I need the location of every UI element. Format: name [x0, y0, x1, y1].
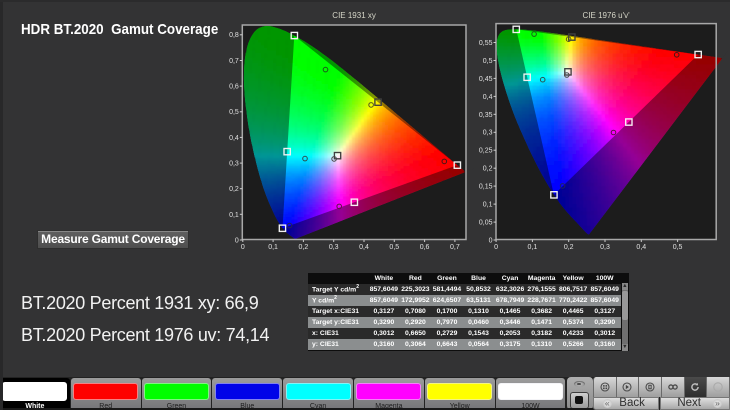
- svg-text:0,8: 0,8: [229, 32, 239, 39]
- svg-text:0: 0: [241, 244, 245, 251]
- svg-text:0,3: 0,3: [483, 130, 493, 137]
- svg-text:0: 0: [235, 237, 239, 244]
- svg-text:0,5: 0,5: [229, 109, 239, 116]
- svg-text:0,1: 0,1: [483, 202, 493, 209]
- svg-text:0,3: 0,3: [229, 161, 239, 168]
- svg-text:0,4: 0,4: [636, 244, 646, 251]
- svg-text:CIE 1931 xy: CIE 1931 xy: [332, 11, 376, 20]
- svg-text:0,6: 0,6: [420, 244, 430, 251]
- svg-text:0,2: 0,2: [229, 186, 239, 193]
- svg-text:0,15: 0,15: [479, 184, 493, 191]
- svg-text:0,5: 0,5: [389, 244, 399, 251]
- svg-text:0,55: 0,55: [479, 40, 493, 47]
- svg-text:0,5: 0,5: [483, 58, 493, 65]
- svg-text:0,25: 0,25: [479, 148, 493, 155]
- svg-text:0: 0: [489, 237, 493, 244]
- svg-text:0,1: 0,1: [268, 244, 278, 251]
- svg-text:0,35: 0,35: [479, 112, 493, 119]
- svg-text:0,3: 0,3: [329, 244, 339, 251]
- svg-text:0: 0: [494, 244, 498, 251]
- svg-text:0,4: 0,4: [483, 94, 493, 101]
- svg-text:0,2: 0,2: [564, 244, 574, 251]
- svg-text:0,3: 0,3: [600, 244, 610, 251]
- svg-text:0,05: 0,05: [479, 220, 493, 227]
- svg-text:0,4: 0,4: [359, 244, 369, 251]
- svg-text:0,6: 0,6: [229, 84, 239, 91]
- svg-text:0,7: 0,7: [229, 58, 239, 65]
- svg-text:0,4: 0,4: [229, 135, 239, 142]
- svg-text:0,2: 0,2: [299, 244, 309, 251]
- svg-text:0,1: 0,1: [229, 212, 239, 219]
- svg-text:0,1: 0,1: [528, 244, 538, 251]
- svg-text:CIE 1976 u'v': CIE 1976 u'v': [583, 11, 631, 20]
- svg-text:0,45: 0,45: [479, 76, 493, 83]
- svg-text:0,5: 0,5: [673, 244, 683, 251]
- svg-text:0,2: 0,2: [483, 166, 493, 173]
- svg-text:0,7: 0,7: [450, 244, 460, 251]
